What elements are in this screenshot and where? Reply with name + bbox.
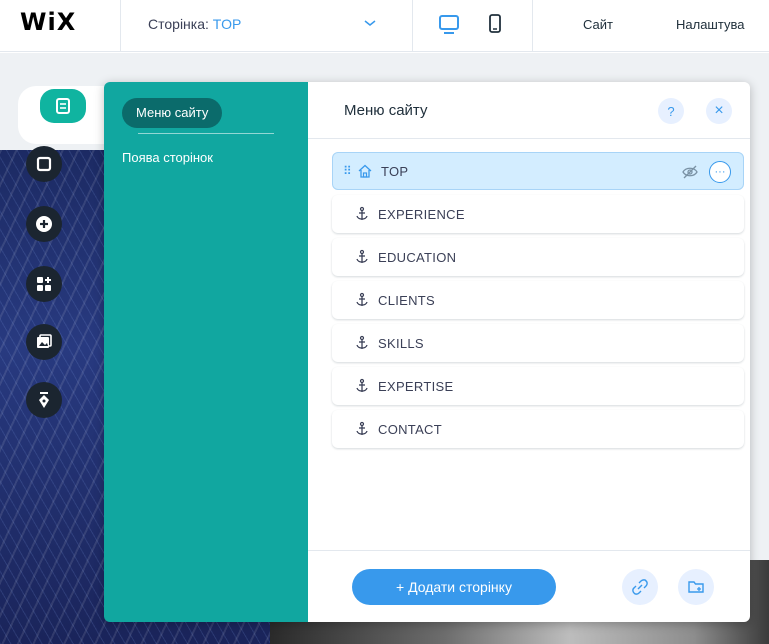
wix-logo: WiX bbox=[20, 8, 77, 36]
panel-content: Меню сайту ? × ⠿ TOP ··· EXPERIENCE EDUC… bbox=[308, 82, 750, 622]
add-icon[interactable] bbox=[26, 206, 62, 242]
anchor-icon bbox=[356, 206, 368, 220]
anchor-icon bbox=[356, 292, 368, 306]
divider bbox=[138, 133, 274, 134]
hidden-eye-icon[interactable] bbox=[681, 163, 699, 181]
add-folder-button[interactable] bbox=[678, 569, 714, 605]
chevron-down-icon[interactable] bbox=[362, 15, 378, 31]
folder-icon bbox=[688, 581, 704, 593]
help-button[interactable]: ? bbox=[658, 98, 684, 124]
divider bbox=[120, 0, 121, 52]
page-list: ⠿ TOP ··· EXPERIENCE EDUCATION CLIENTS S… bbox=[332, 152, 744, 453]
page-selector-value: TOP bbox=[212, 16, 242, 32]
panel-title: Меню сайту bbox=[344, 102, 428, 119]
category-page-transitions[interactable]: Поява сторінок bbox=[122, 150, 213, 165]
page-row-experience[interactable]: EXPERIENCE bbox=[332, 195, 744, 233]
anchor-icon bbox=[356, 249, 368, 263]
divider bbox=[532, 0, 533, 52]
settings-menu[interactable]: Налаштува bbox=[676, 17, 744, 32]
page-label: TOP bbox=[381, 163, 409, 179]
page-label: CONTACT bbox=[378, 421, 442, 437]
close-button[interactable]: × bbox=[706, 98, 732, 124]
category-site-menu[interactable]: Меню сайту bbox=[122, 98, 223, 128]
row-actions: ··· bbox=[681, 161, 731, 183]
drag-handle-icon[interactable]: ⠿ bbox=[343, 164, 353, 178]
background-icon[interactable] bbox=[26, 146, 62, 182]
page-row-top[interactable]: ⠿ TOP ··· bbox=[332, 152, 744, 190]
link-icon bbox=[632, 579, 648, 595]
anchor-icon bbox=[356, 421, 368, 435]
add-link-button[interactable] bbox=[622, 569, 658, 605]
anchor-icon bbox=[356, 335, 368, 349]
editor-topbar: WiX Сторінка: TOP Сайт Налаштува bbox=[0, 0, 769, 52]
media-icon[interactable] bbox=[26, 324, 62, 360]
page-selector[interactable]: Сторінка: TOP bbox=[148, 16, 241, 32]
divider bbox=[308, 138, 750, 139]
add-apps-icon[interactable] bbox=[26, 266, 62, 302]
page-row-contact[interactable]: CONTACT bbox=[332, 410, 744, 448]
page-label: EDUCATION bbox=[378, 249, 457, 265]
blog-icon[interactable] bbox=[26, 382, 62, 418]
more-actions-button[interactable]: ··· bbox=[709, 161, 731, 183]
page-row-skills[interactable]: SKILLS bbox=[332, 324, 744, 362]
site-menu-panel: Меню сайту Поява сторінок Меню сайту ? ×… bbox=[104, 82, 750, 622]
panel-categories: Меню сайту Поява сторінок bbox=[104, 82, 308, 622]
add-page-button[interactable]: + Додати сторінку bbox=[352, 569, 556, 605]
page-label: CLIENTS bbox=[378, 292, 436, 308]
page-label: SKILLS bbox=[378, 335, 424, 351]
page-row-education[interactable]: EDUCATION bbox=[332, 238, 744, 276]
pages-icon[interactable] bbox=[40, 89, 86, 123]
anchor-icon bbox=[356, 378, 368, 392]
page-row-clients[interactable]: CLIENTS bbox=[332, 281, 744, 319]
home-icon bbox=[358, 164, 372, 178]
divider bbox=[412, 0, 413, 52]
mobile-icon[interactable] bbox=[487, 14, 503, 34]
page-label: EXPERIENCE bbox=[378, 206, 465, 222]
desktop-icon[interactable] bbox=[435, 12, 463, 42]
divider bbox=[308, 550, 750, 551]
page-label: EXPERTISE bbox=[378, 378, 454, 394]
page-row-expertise[interactable]: EXPERTISE bbox=[332, 367, 744, 405]
page-selector-label: Сторінка: bbox=[148, 16, 213, 32]
site-menu[interactable]: Сайт bbox=[583, 17, 613, 32]
